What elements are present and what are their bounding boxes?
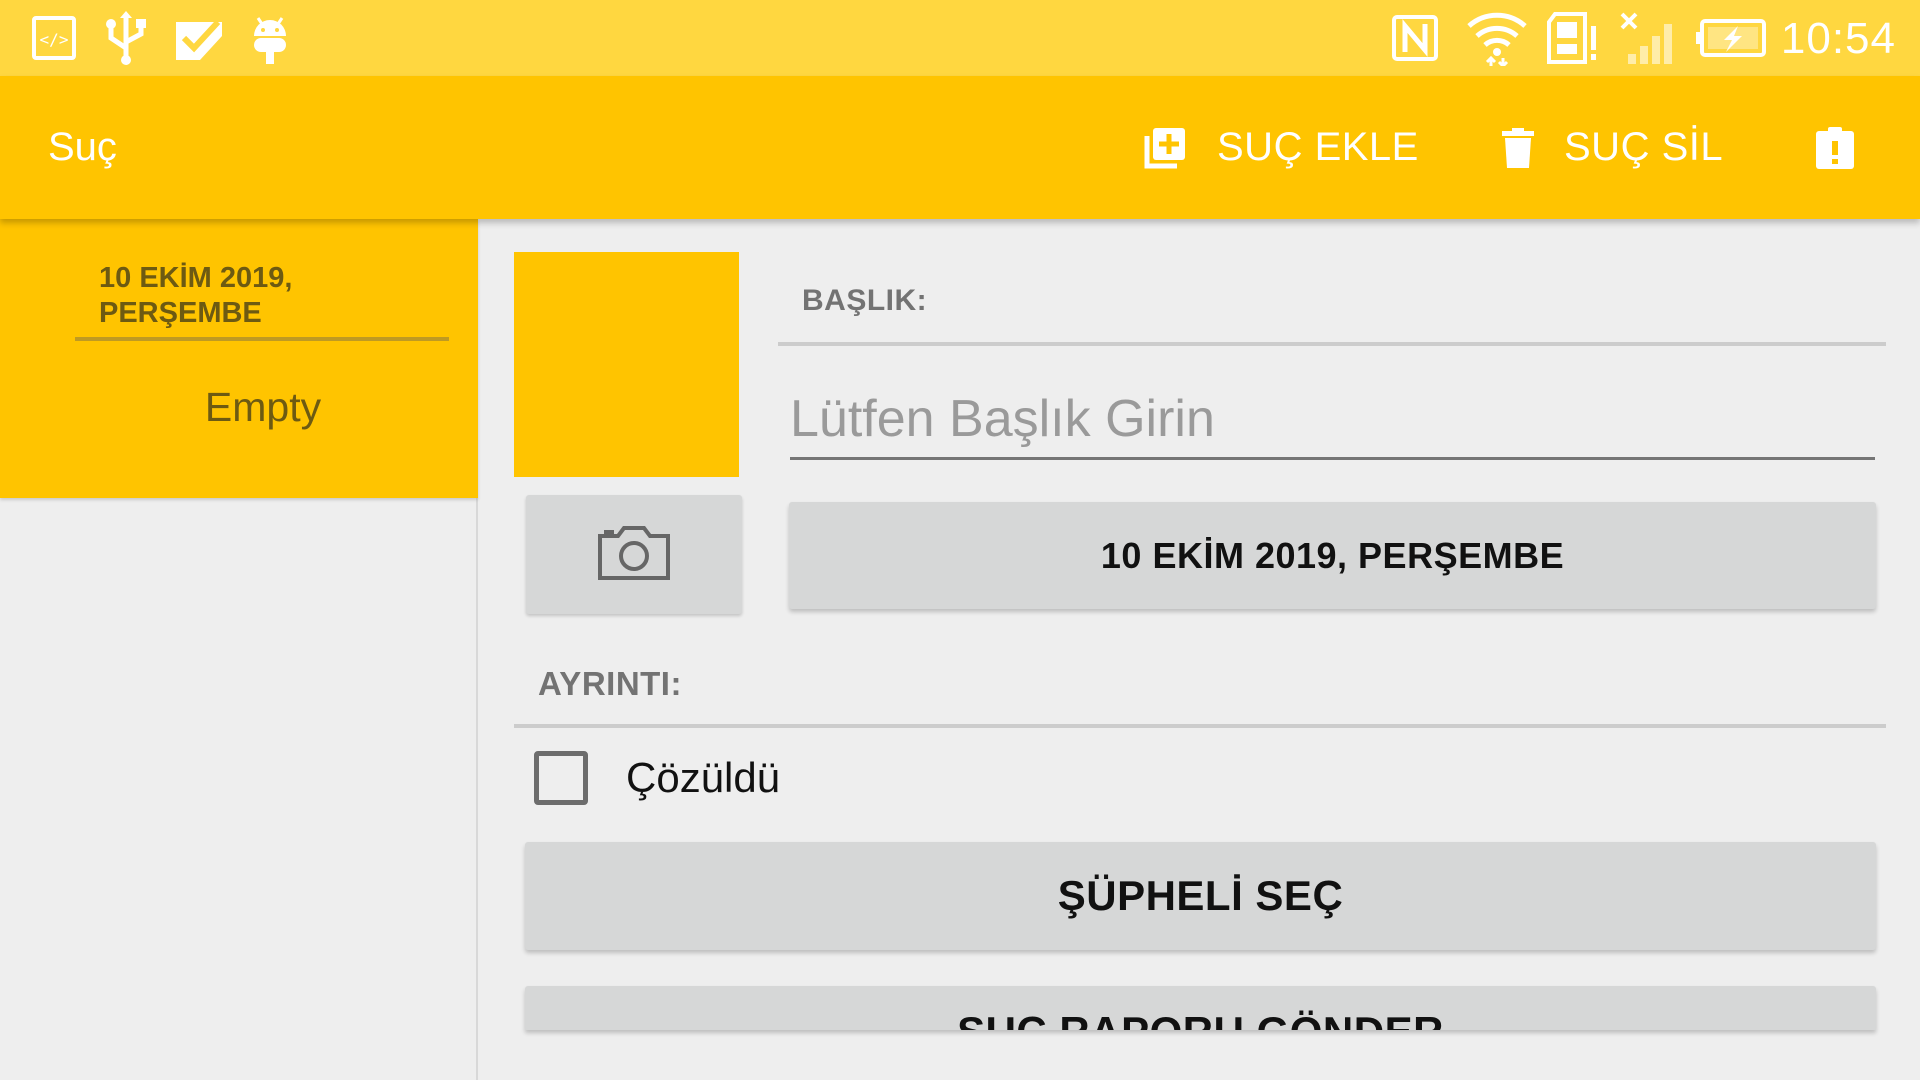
- choose-suspect-button[interactable]: ŞÜPHELİ SEÇ: [525, 842, 1876, 950]
- add-crime-label: SUÇ EKLE: [1217, 125, 1419, 169]
- battery-charging-icon: [1696, 0, 1766, 76]
- title-section-divider: [778, 342, 1886, 346]
- date-button[interactable]: 10 EKİM 2019, PERŞEMBE: [789, 502, 1876, 609]
- cellular-no-signal-icon: [1618, 0, 1676, 76]
- delete-crime-button[interactable]: SUÇ SİL: [1502, 76, 1723, 219]
- crime-photo: [514, 252, 739, 477]
- add-to-list-icon: [1143, 126, 1187, 170]
- usb-icon: [102, 0, 150, 76]
- title-input[interactable]: [790, 380, 1875, 460]
- add-crime-button[interactable]: SUÇ EKLE: [1143, 76, 1419, 219]
- list-item-divider: [75, 337, 449, 341]
- nfc-icon: [1390, 0, 1440, 76]
- send-report-label: SUÇ RAPORU GÖNDER: [525, 1008, 1876, 1030]
- code-icon: </>: [30, 0, 78, 76]
- svg-text:</>: </>: [40, 30, 69, 49]
- app-title: Suç: [48, 125, 117, 169]
- camera-button[interactable]: [526, 495, 742, 614]
- crime-list-item-title: Empty: [204, 384, 322, 430]
- crime-list-item[interactable]: 10 EKİM 2019, PERŞEMBE Empty: [0, 219, 478, 498]
- app-bar: Suç SUÇ EKLE SUÇ SİL: [0, 76, 1920, 219]
- status-clock: 10:54: [1780, 14, 1896, 63]
- report-clipboard-icon[interactable]: [1816, 76, 1854, 219]
- detail-section-label: AYRINTI:: [538, 665, 682, 702]
- sd-card-alert-icon: [1544, 0, 1600, 76]
- camera-icon: [596, 522, 672, 587]
- title-section-label: BAŞLIK:: [802, 284, 928, 317]
- status-bar: </> 10:54: [0, 0, 1920, 76]
- send-report-button[interactable]: SUÇ RAPORU GÖNDER: [525, 986, 1876, 1030]
- date-button-label: 10 EKİM 2019, PERŞEMBE: [1100, 534, 1565, 576]
- solved-checkbox-row[interactable]: Çözüldü: [534, 748, 780, 808]
- detail-section-divider: [514, 724, 1886, 728]
- solved-checkbox-label: Çözüldü: [626, 754, 781, 801]
- checkmark-icon: [174, 0, 224, 76]
- android-icon: [246, 0, 294, 76]
- solved-checkbox[interactable]: [534, 751, 588, 805]
- choose-suspect-label: ŞÜPHELİ SEÇ: [1057, 872, 1344, 919]
- trash-icon: [1502, 127, 1534, 168]
- delete-crime-label: SUÇ SİL: [1564, 125, 1724, 169]
- wifi-icon: [1464, 0, 1530, 76]
- crime-list-item-date: 10 EKİM 2019, PERŞEMBE: [99, 262, 293, 329]
- crime-list-pane: 10 EKİM 2019, PERŞEMBE Empty: [0, 219, 478, 1080]
